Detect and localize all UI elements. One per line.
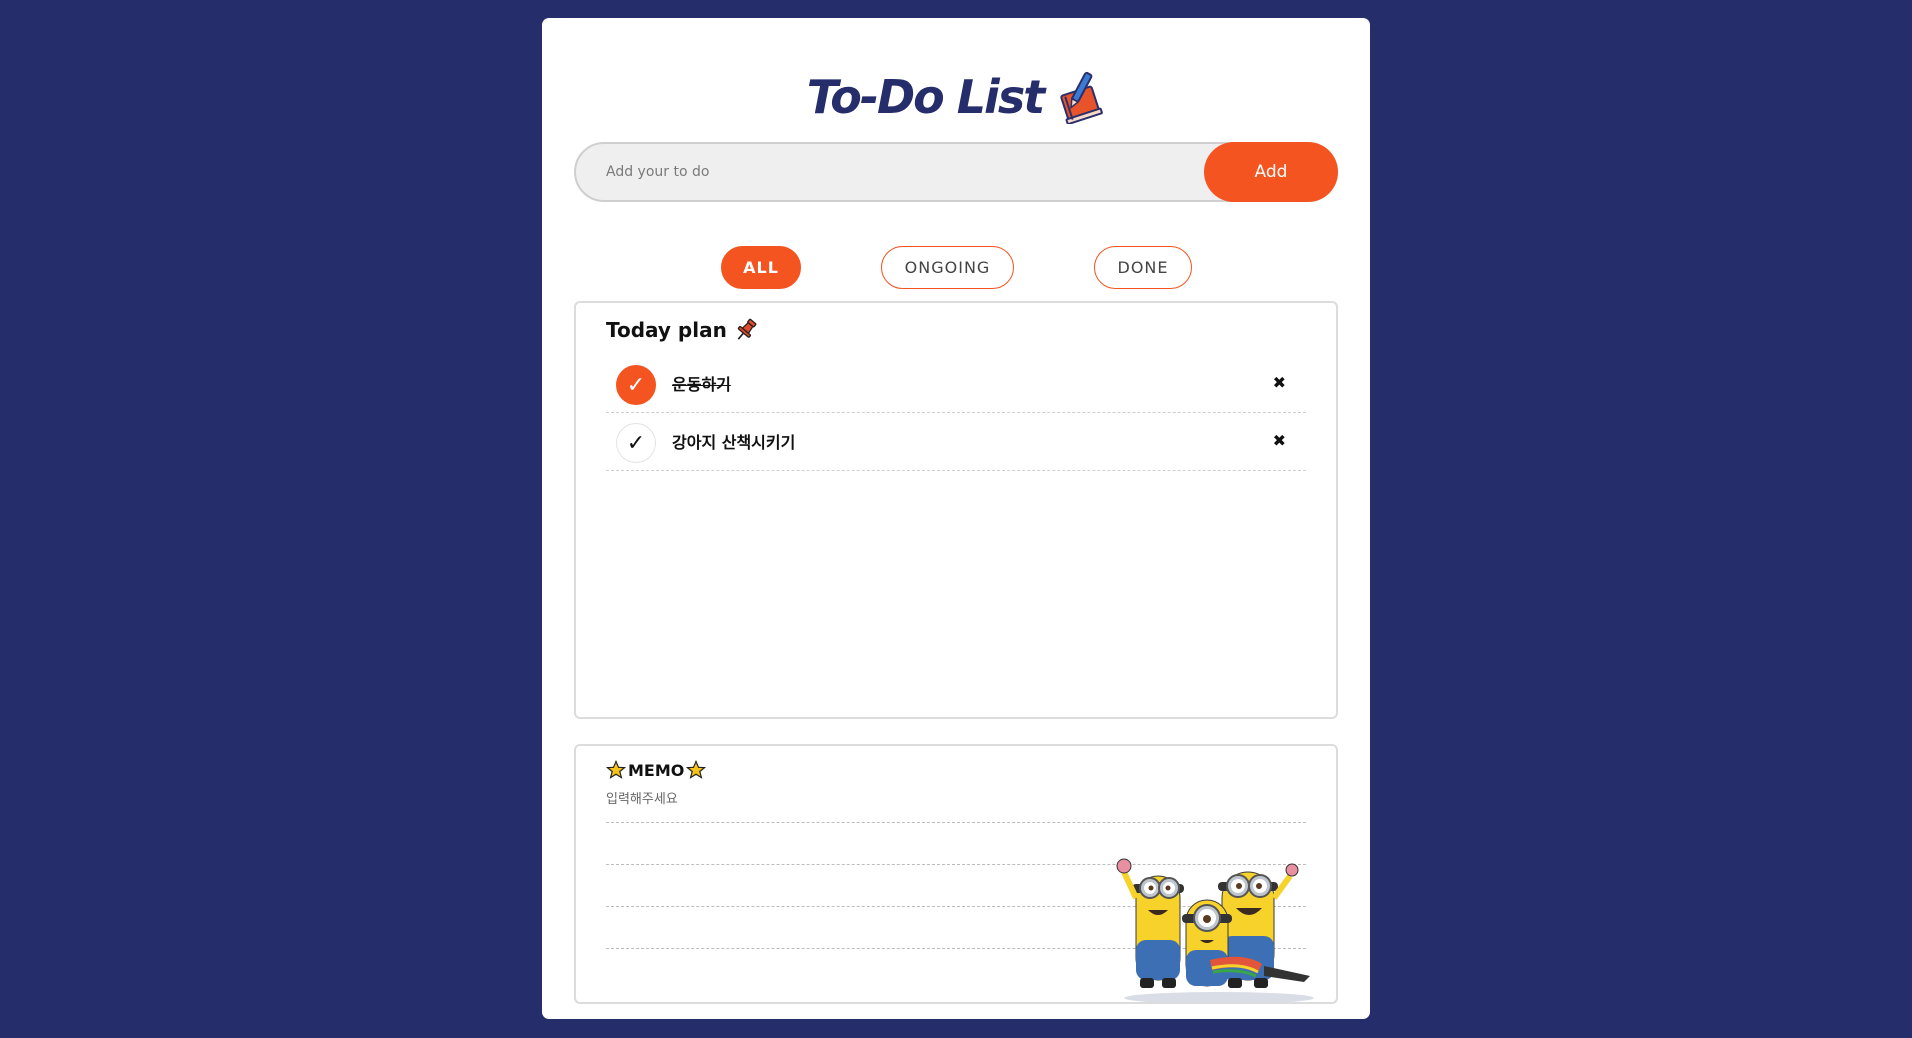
delete-icon[interactable]: ✖ [1273, 373, 1286, 392]
todo-item: ✓ 운동하기 ✖ [606, 355, 1306, 413]
page-title: To-Do List [806, 70, 1045, 124]
todo-card: To-Do List Add ALL ONGOING DONE Today pl… [542, 18, 1370, 1019]
memo-panel: MEMO [574, 744, 1338, 1004]
delete-icon[interactable]: ✖ [1273, 431, 1286, 450]
plan-heading: Today plan [606, 315, 759, 345]
pushpin-icon [737, 318, 757, 340]
todo-check-button[interactable]: ✓ [616, 423, 656, 463]
filter-all-button[interactable]: ALL [721, 246, 801, 289]
filter-done-button[interactable]: DONE [1094, 246, 1192, 289]
filter-tabs: ALL ONGOING DONE [542, 246, 1370, 289]
todo-text: 강아지 산책시키기 [672, 433, 796, 452]
todo-item: ✓ 강아지 산책시키기 ✖ [606, 413, 1306, 471]
star-icon [606, 760, 626, 779]
todo-text: 운동하기 [672, 375, 731, 394]
star-icon [686, 760, 707, 779]
filter-ongoing-button[interactable]: ONGOING [881, 246, 1014, 289]
todo-input[interactable] [576, 144, 1196, 200]
todo-list-panel: Today plan ✓ 운동하기 ✖ ✓ 강아지 산책시키기 ✖ [574, 301, 1338, 719]
plan-title: Today plan [606, 318, 727, 342]
memo-title: MEMO [628, 760, 685, 780]
minions-illustration [1116, 858, 1314, 1002]
todo-check-button[interactable]: ✓ [616, 365, 656, 405]
add-todo-form: Add [574, 142, 1338, 202]
header: To-Do List [542, 62, 1370, 132]
notebook-pen-icon [1060, 71, 1104, 124]
add-button[interactable]: Add [1204, 142, 1338, 202]
